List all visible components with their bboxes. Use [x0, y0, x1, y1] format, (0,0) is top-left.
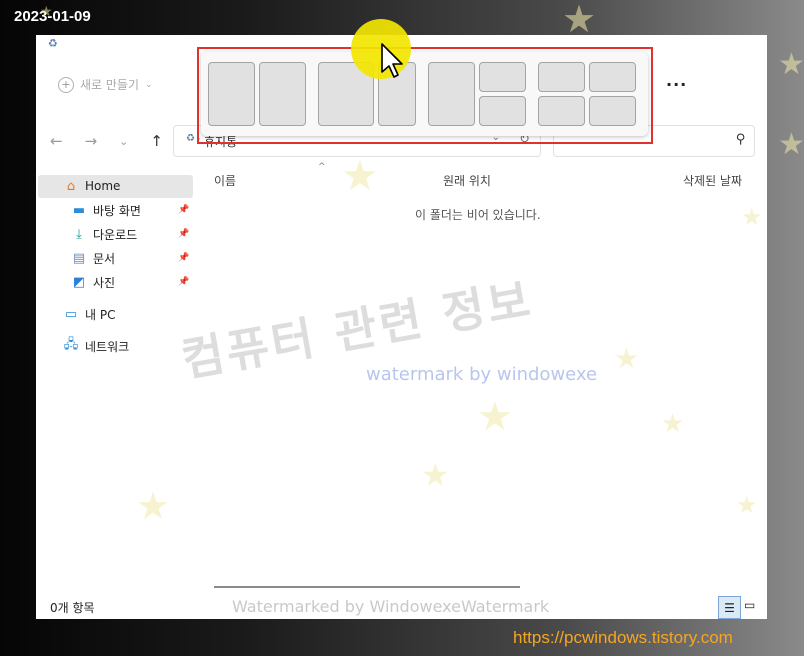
empty-folder-message: 이 폴더는 비어 있습니다. — [415, 208, 541, 222]
star-decoration: ★ — [421, 456, 450, 494]
sort-ascending-icon: ^ — [318, 162, 326, 172]
pin-icon[interactable]: 📌 — [178, 205, 189, 215]
up-arrow-icon[interactable]: ↑ — [150, 132, 163, 150]
blog-url: https://pcwindows.tistory.com — [513, 628, 733, 647]
pictures-icon: ◩ — [72, 274, 86, 290]
details-view-button[interactable]: ☰ — [718, 596, 741, 619]
sidebar-item-downloads[interactable]: ⤓ 다운로드 — [70, 223, 137, 245]
sidebar-item-label: 바탕 화면 — [93, 203, 141, 218]
star-decoration: ★ — [661, 409, 685, 439]
monitor-icon: ▭ — [64, 306, 78, 322]
sidebar-item-label: 문서 — [93, 251, 116, 266]
document-icon: ▤ — [72, 250, 86, 266]
sidebar-item-desktop[interactable]: ▬ 바탕 화면 — [70, 199, 141, 221]
snap-layouts-highlight-frame — [197, 47, 653, 144]
star-decoration: ★ — [477, 394, 513, 440]
sidebar-item-this-pc[interactable]: ▭ 내 PC — [62, 303, 116, 325]
plus-circle-icon: + — [58, 76, 74, 93]
back-arrow-icon[interactable]: ← — [50, 132, 63, 150]
watermark-bottom: Watermarked by WindowexeWatermark — [232, 597, 550, 616]
star-decoration: ★ — [562, 0, 597, 41]
star-decoration: ★ — [40, 4, 53, 20]
network-icon: 🖧 — [63, 337, 79, 352]
pin-icon[interactable]: 📌 — [178, 277, 189, 287]
star-decoration: ★ — [736, 491, 758, 519]
column-header-name[interactable]: 이름 — [214, 172, 236, 189]
home-icon: ⌂ — [66, 178, 76, 194]
navigation-buttons: ← → ⌄ ↑ — [50, 132, 163, 150]
star-decoration: ★ — [778, 127, 804, 162]
recent-dropdown-icon[interactable]: ⌄ — [119, 135, 128, 148]
tiles-view-button[interactable]: ▭ — [744, 598, 755, 612]
pin-icon[interactable]: 📌 — [178, 229, 189, 239]
search-icon: ⚲ — [736, 132, 746, 147]
sidebar-item-pictures[interactable]: ◩ 사진 — [70, 271, 115, 293]
horizontal-scrollbar[interactable] — [214, 586, 520, 588]
sidebar-item-label: 사진 — [93, 275, 116, 290]
chevron-down-icon: ⌄ — [145, 79, 153, 90]
pin-icon[interactable]: 📌 — [178, 253, 189, 263]
new-button-label: 새로 만들기 — [80, 78, 140, 92]
star-decoration: ★ — [741, 203, 763, 231]
star-decoration: ★ — [136, 484, 171, 528]
star-decoration: ★ — [778, 47, 804, 82]
sidebar-item-label: 네트워크 — [85, 339, 130, 354]
recycle-bin-icon: ♻ — [48, 37, 58, 50]
status-item-count: 0개 항목 — [50, 601, 95, 615]
new-button[interactable]: + 새로 만들기 ⌄ — [58, 76, 153, 93]
watermark-english: watermark by windowexe — [366, 364, 598, 385]
mouse-cursor-icon — [381, 43, 403, 78]
sidebar-item-documents[interactable]: ▤ 문서 — [70, 247, 115, 269]
sidebar-item-label: 다운로드 — [93, 227, 138, 242]
sidebar-item-home[interactable]: ⌂ Home — [62, 175, 121, 197]
desktop-icon: ▬ — [72, 202, 86, 218]
recycle-bin-icon: ♻ — [186, 133, 195, 144]
details-view-icon: ☰ — [724, 600, 735, 615]
more-options-button[interactable]: ··· — [666, 75, 687, 94]
star-decoration: ★ — [341, 151, 379, 200]
sidebar-item-label: 내 PC — [85, 307, 116, 322]
forward-arrow-icon[interactable]: → — [85, 132, 98, 150]
sidebar-item-label: Home — [85, 179, 121, 193]
sidebar-item-network[interactable]: 🖧 네트워크 — [62, 335, 129, 357]
column-header-original-location[interactable]: 원래 위치 — [443, 172, 491, 189]
column-header-date-deleted[interactable]: 삭제된 날짜 — [683, 172, 742, 189]
download-icon: ⤓ — [76, 226, 82, 242]
star-decoration: ★ — [614, 342, 640, 375]
tiles-view-icon: ▭ — [744, 598, 756, 612]
